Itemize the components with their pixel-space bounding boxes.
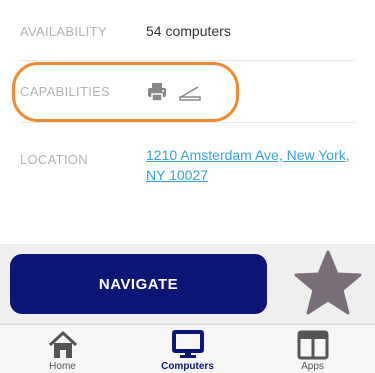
divider [20,60,355,61]
tab-computers-label: Computers [161,361,214,372]
computer-icon [172,330,204,358]
tab-bar: Home Computers Apps [0,324,375,373]
computer-lab-details: AVAILABILITY 54 computers CAPABILITIES L… [0,0,375,244]
divider [20,122,355,123]
tab-computers[interactable]: Computers [125,325,250,373]
action-bar: NAVIGATE [0,244,375,324]
availability-row: AVAILABILITY 54 computers [20,0,355,58]
location-label: LOCATION [20,152,88,167]
navigate-button[interactable]: NAVIGATE [10,254,267,314]
capabilities-highlight [12,62,239,122]
location-row: LOCATION 1210 Amsterdam Ave, New York, N… [20,124,355,194]
tab-home-label: Home [49,361,76,372]
tab-home[interactable]: Home [0,325,125,373]
apps-icon [297,330,329,360]
tab-apps-label: Apps [301,361,324,372]
star-icon[interactable] [294,250,362,318]
availability-value: 54 computers [146,23,231,39]
location-link[interactable]: 1210 Amsterdam Ave, New York, NY 10027 [146,145,356,185]
tab-apps[interactable]: Apps [250,325,375,373]
availability-label: AVAILABILITY [20,24,107,39]
home-icon [48,331,78,358]
